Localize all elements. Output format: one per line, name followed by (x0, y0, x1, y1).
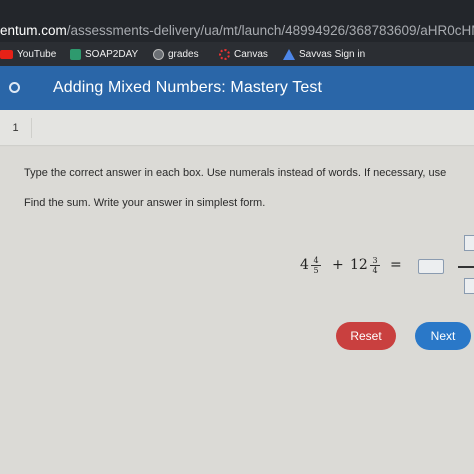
next-button[interactable]: Next (415, 322, 471, 350)
bookmark-label: Canvas (234, 48, 268, 60)
term2-denominator: 4 (372, 266, 378, 275)
grades-icon (153, 48, 164, 60)
bookmark-label: Savvas Sign in (299, 48, 366, 60)
canvas-icon (219, 48, 230, 60)
url-path: /assessments-delivery/ua/mt/launch/48994… (66, 23, 474, 38)
term2-fraction: 3 4 (370, 256, 380, 275)
question-panel: Type the correct answer in each box. Use… (0, 147, 474, 474)
bookmark-label: grades (168, 48, 199, 60)
url-text[interactable]: entum.com/assessments-delivery/ua/mt/lau… (0, 24, 474, 38)
bookmark-savvas[interactable]: Savvas Sign in (283, 47, 365, 61)
term2-whole: 12 (350, 257, 368, 273)
question-number-bar: 1 (0, 110, 474, 146)
bookmark-grades[interactable]: grades (153, 47, 199, 61)
answer-fraction-bar (458, 266, 474, 268)
bookmarks-bar: YouTube SOAP2DAY grades Canvas Savvas Si… (0, 42, 474, 66)
term1-denominator: 5 (313, 266, 319, 275)
youtube-icon (0, 49, 13, 59)
screen: entum.com/assessments-delivery/ua/mt/lau… (0, 0, 474, 474)
answer-denominator-input[interactable] (464, 278, 474, 294)
bookmark-label: SOAP2DAY (85, 48, 139, 60)
circle-nav-icon[interactable] (9, 82, 20, 93)
bookmark-label: YouTube (17, 48, 57, 60)
answer-whole-input[interactable] (418, 259, 444, 274)
plus-operator: + (332, 257, 344, 273)
term1-fraction: 4 5 (311, 256, 321, 275)
term2-numerator: 3 (370, 256, 380, 266)
reset-button[interactable]: Reset (336, 322, 396, 350)
bookmark-soap2day[interactable]: SOAP2DAY (70, 47, 138, 61)
term1-numerator: 4 (311, 256, 321, 266)
equals-sign: = (390, 257, 402, 273)
term1-whole: 4 (300, 257, 309, 273)
instructions-text: Type the correct answer in each box. Use… (24, 167, 447, 179)
bookmark-youtube[interactable]: YouTube (0, 47, 56, 61)
url-domain: entum.com (0, 23, 67, 38)
question-prompt: Find the sum. Write your answer in simpl… (24, 197, 266, 209)
answer-numerator-input[interactable] (464, 235, 474, 251)
savvas-icon (283, 48, 295, 60)
address-bar[interactable]: entum.com/assessments-delivery/ua/mt/lau… (0, 0, 474, 42)
soap2day-icon (70, 48, 81, 60)
bookmark-canvas[interactable]: Canvas (219, 47, 268, 61)
test-title: Adding Mixed Numbers: Mastery Test (53, 79, 322, 96)
question-number[interactable]: 1 (0, 118, 32, 138)
test-header: Adding Mixed Numbers: Mastery Test (0, 66, 474, 110)
